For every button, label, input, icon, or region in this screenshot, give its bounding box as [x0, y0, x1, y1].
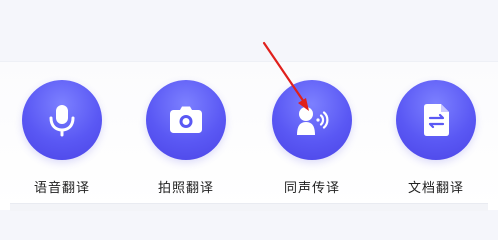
- tool-simultaneous-interpretation[interactable]: 同声传译: [262, 0, 362, 205]
- voice-translation-label: 语音翻译: [33, 181, 90, 196]
- microphone-icon: [47, 103, 77, 137]
- voice-translation-button[interactable]: [22, 80, 102, 160]
- document-translation-label: 文档翻译: [407, 181, 464, 196]
- document-swap-icon: [422, 103, 450, 137]
- tool-voice-translation[interactable]: 语音翻译: [12, 0, 112, 205]
- photo-translation-label: 拍照翻译: [157, 181, 214, 196]
- tool-document-translation[interactable]: 文档翻译: [386, 0, 486, 205]
- document-translation-button[interactable]: [396, 80, 476, 160]
- simultaneous-interpretation-button[interactable]: [272, 80, 352, 160]
- simultaneous-interpretation-label: 同声传译: [283, 181, 340, 196]
- photo-translation-button[interactable]: [146, 80, 226, 160]
- camera-icon: [169, 105, 203, 135]
- translation-tools-row: 语音翻译 拍照翻译 同声传译 文档翻译: [0, 0, 498, 210]
- bottom-panel-edge: [10, 203, 488, 211]
- speaking-person-icon: [294, 104, 330, 136]
- tool-photo-translation[interactable]: 拍照翻译: [136, 0, 236, 205]
